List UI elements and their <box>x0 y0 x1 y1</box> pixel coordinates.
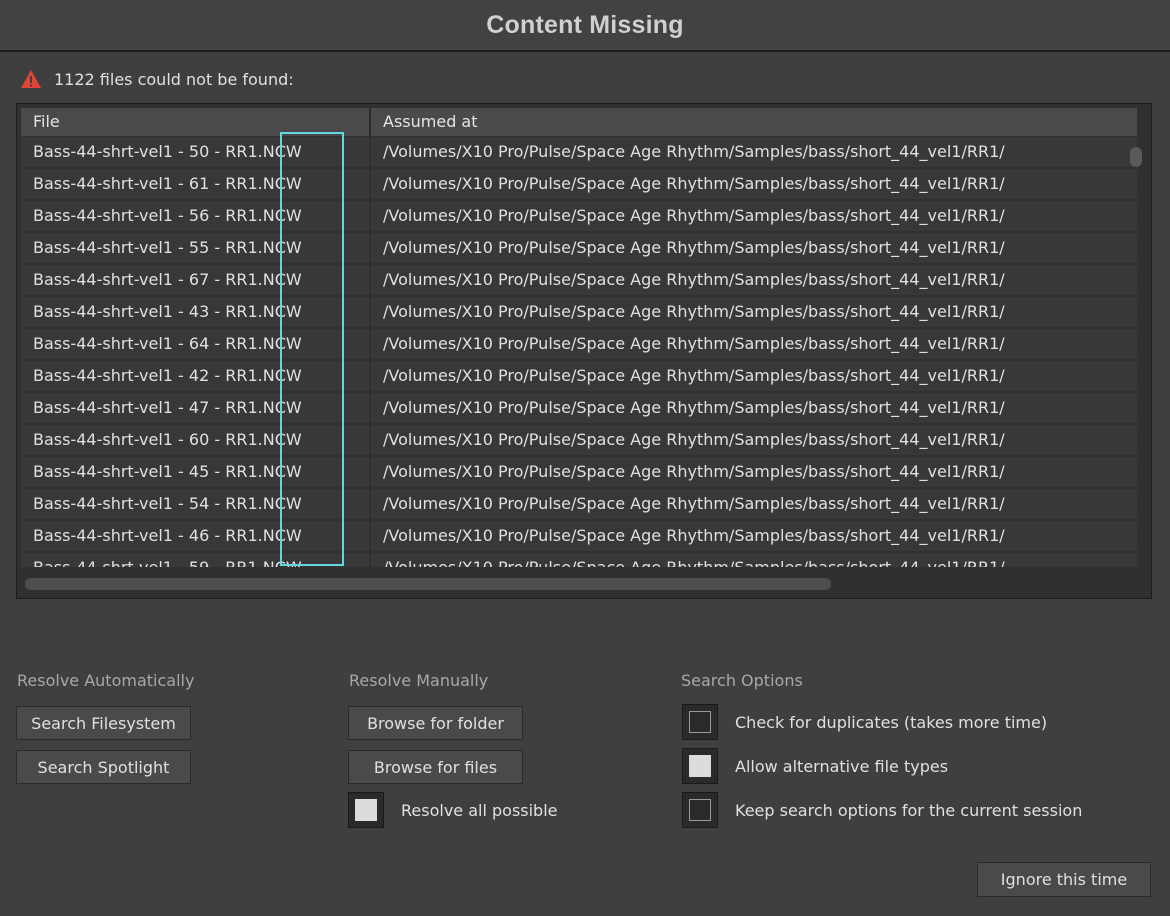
horizontal-scrollbar-thumb[interactable] <box>25 578 831 590</box>
keep-search-options-checkbox[interactable] <box>682 792 718 828</box>
search-filesystem-button[interactable]: Search Filesystem <box>16 706 191 740</box>
allow-alternative-file-types-label[interactable]: Allow alternative file types <box>735 757 948 776</box>
table-row[interactable]: Bass-44-shrt-vel1 - 61 - RR1.NCW/Volumes… <box>21 169 1137 199</box>
search-options-heading: Search Options <box>681 671 803 690</box>
assumed-at-cell: /Volumes/X10 Pro/Pulse/Space Age Rhythm/… <box>371 361 1137 391</box>
assumed-at-cell: /Volumes/X10 Pro/Pulse/Space Age Rhythm/… <box>371 169 1137 199</box>
warning-message: 1122 files could not be found: <box>20 66 294 92</box>
table-row[interactable]: Bass-44-shrt-vel1 - 42 - RR1.NCW/Volumes… <box>21 361 1137 391</box>
search-spotlight-button[interactable]: Search Spotlight <box>16 750 191 784</box>
checkbox-mark <box>689 755 711 777</box>
resolve-manually-heading: Resolve Manually <box>349 671 489 690</box>
table-row[interactable]: Bass-44-shrt-vel1 - 46 - RR1.NCW/Volumes… <box>21 521 1137 551</box>
missing-files-table: File Assumed at Bass-44-shrt-vel1 - 50 -… <box>16 103 1152 599</box>
keep-search-options-label[interactable]: Keep search options for the current sess… <box>735 801 1082 820</box>
table-row[interactable]: Bass-44-shrt-vel1 - 47 - RR1.NCW/Volumes… <box>21 393 1137 423</box>
title-bar: Content Missing <box>0 0 1170 52</box>
checkbox-mark <box>689 711 711 733</box>
warning-text: 1122 files could not be found: <box>54 69 294 89</box>
checkbox-mark <box>355 799 377 821</box>
table-row[interactable]: Bass-44-shrt-vel1 - 59 - RR1.NCW/Volumes… <box>21 553 1137 567</box>
resolve-all-possible-label[interactable]: Resolve all possible <box>401 801 558 820</box>
window-title: Content Missing <box>486 10 684 39</box>
assumed-at-cell: /Volumes/X10 Pro/Pulse/Space Age Rhythm/… <box>371 521 1137 551</box>
allow-alternative-file-types-checkbox[interactable] <box>682 748 718 784</box>
assumed-at-cell: /Volumes/X10 Pro/Pulse/Space Age Rhythm/… <box>371 553 1137 567</box>
assumed-at-cell: /Volumes/X10 Pro/Pulse/Space Age Rhythm/… <box>371 265 1137 295</box>
table-row[interactable]: Bass-44-shrt-vel1 - 54 - RR1.NCW/Volumes… <box>21 489 1137 519</box>
table-row[interactable]: Bass-44-shrt-vel1 - 60 - RR1.NCW/Volumes… <box>21 425 1137 455</box>
table-row[interactable]: Bass-44-shrt-vel1 - 67 - RR1.NCW/Volumes… <box>21 265 1137 295</box>
assumed-at-cell: /Volumes/X10 Pro/Pulse/Space Age Rhythm/… <box>371 425 1137 455</box>
assumed-at-cell: /Volumes/X10 Pro/Pulse/Space Age Rhythm/… <box>371 233 1137 263</box>
horizontal-scrollbar-track[interactable] <box>25 578 1133 590</box>
resolve-automatically-heading: Resolve Automatically <box>17 671 195 690</box>
table-header: File Assumed at <box>21 108 1137 136</box>
browse-for-files-button[interactable]: Browse for files <box>348 750 523 784</box>
warning-triangle-icon <box>21 70 41 88</box>
check-duplicates-label[interactable]: Check for duplicates (takes more time) <box>735 713 1047 732</box>
table-row[interactable]: Bass-44-shrt-vel1 - 56 - RR1.NCW/Volumes… <box>21 201 1137 231</box>
vertical-scrollbar-thumb[interactable] <box>1130 147 1142 167</box>
assumed-at-cell: /Volumes/X10 Pro/Pulse/Space Age Rhythm/… <box>371 137 1137 167</box>
table-row[interactable]: Bass-44-shrt-vel1 - 45 - RR1.NCW/Volumes… <box>21 457 1137 487</box>
check-duplicates-checkbox[interactable] <box>682 704 718 740</box>
table-row[interactable]: Bass-44-shrt-vel1 - 43 - RR1.NCW/Volumes… <box>21 297 1137 327</box>
column-header-assumed-at[interactable]: Assumed at <box>371 108 1137 136</box>
table-row[interactable]: Bass-44-shrt-vel1 - 55 - RR1.NCW/Volumes… <box>21 233 1137 263</box>
assumed-at-cell: /Volumes/X10 Pro/Pulse/Space Age Rhythm/… <box>371 457 1137 487</box>
table-row[interactable]: Bass-44-shrt-vel1 - 64 - RR1.NCW/Volumes… <box>21 329 1137 359</box>
browse-for-folder-button[interactable]: Browse for folder <box>348 706 523 740</box>
assumed-at-cell: /Volumes/X10 Pro/Pulse/Space Age Rhythm/… <box>371 297 1137 327</box>
table-row[interactable]: Bass-44-shrt-vel1 - 50 - RR1.NCW/Volumes… <box>21 137 1137 167</box>
assumed-at-cell: /Volumes/X10 Pro/Pulse/Space Age Rhythm/… <box>371 393 1137 423</box>
checkbox-mark <box>689 799 711 821</box>
resolve-all-possible-checkbox[interactable] <box>348 792 384 828</box>
assumed-at-cell: /Volumes/X10 Pro/Pulse/Space Age Rhythm/… <box>371 201 1137 231</box>
assumed-at-cell: /Volumes/X10 Pro/Pulse/Space Age Rhythm/… <box>371 489 1137 519</box>
highlight-box <box>280 132 344 566</box>
ignore-this-time-button[interactable]: Ignore this time <box>977 862 1151 897</box>
table-body: Bass-44-shrt-vel1 - 50 - RR1.NCW/Volumes… <box>21 137 1137 567</box>
assumed-at-cell: /Volumes/X10 Pro/Pulse/Space Age Rhythm/… <box>371 329 1137 359</box>
